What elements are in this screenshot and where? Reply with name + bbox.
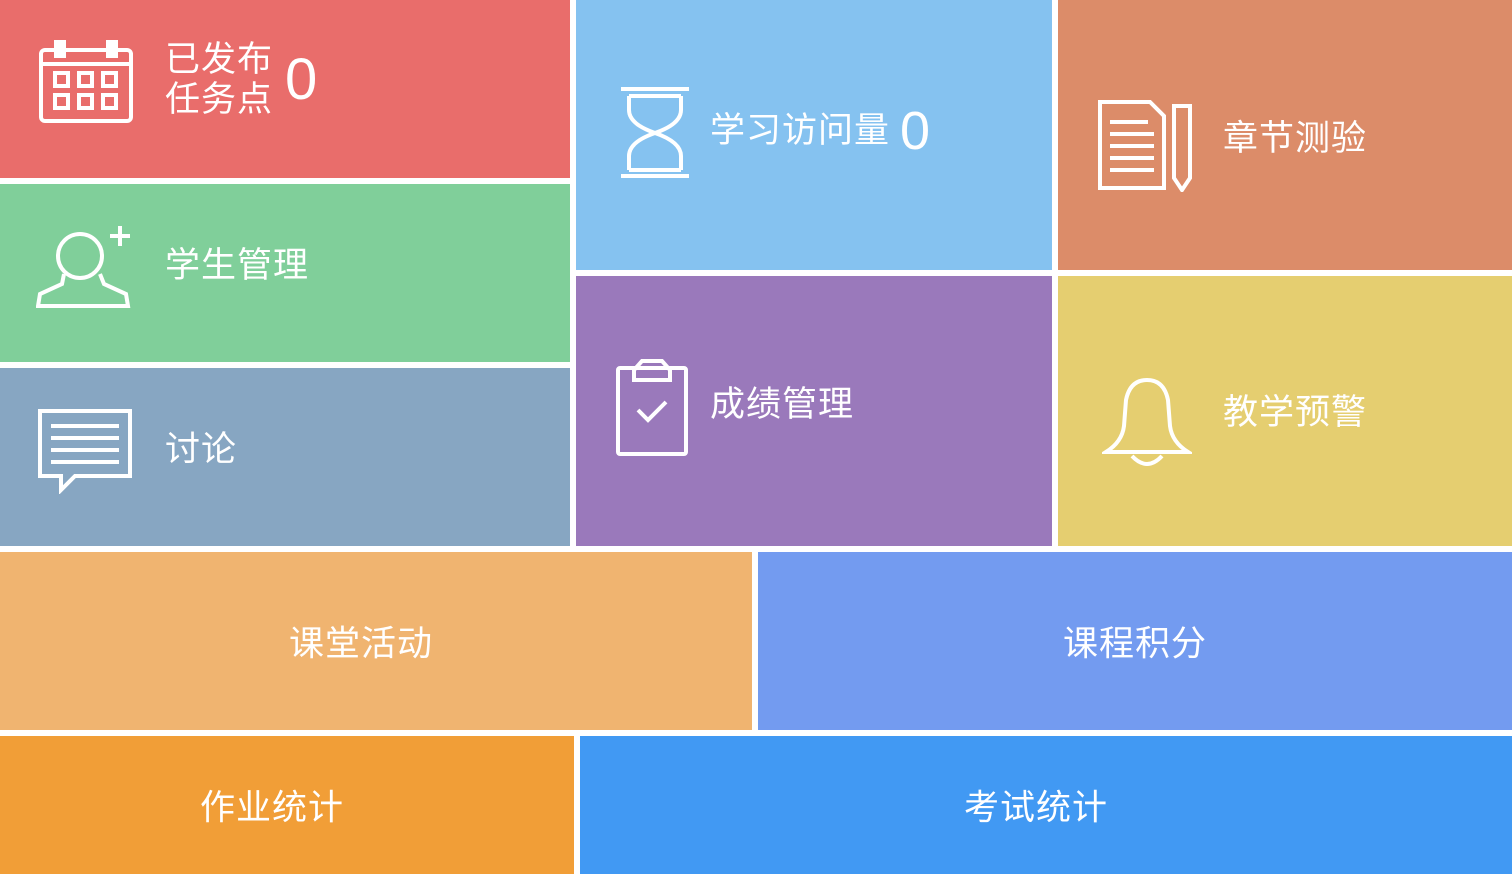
published-label-line2: 任务点 xyxy=(165,80,274,120)
discussion-tile[interactable]: 讨论 xyxy=(0,368,570,546)
class-activity-label: 课堂活动 xyxy=(288,624,433,665)
study-visits-count: 0 xyxy=(900,101,931,161)
homework-stats-tile[interactable]: 作业统计 xyxy=(0,736,574,874)
exam-stats-label: 考试统计 xyxy=(963,788,1108,829)
bell-icon xyxy=(1102,376,1192,472)
user-add-icon xyxy=(36,224,132,310)
teaching-alert-tile[interactable]: 教学预警 xyxy=(1058,276,1512,546)
study-visits-tile[interactable]: 学习访问量 0 xyxy=(576,0,1052,270)
student-management-tile[interactable]: 学生管理 xyxy=(0,184,570,362)
study-visits-label: 学习访问量 xyxy=(710,110,891,151)
published-tasks-tile[interactable]: 已发布 任务点 0 xyxy=(0,0,570,178)
grade-management-tile[interactable]: 成绩管理 xyxy=(576,276,1052,546)
calendar-icon xyxy=(38,40,134,124)
discussion-label: 讨论 xyxy=(165,430,238,470)
grade-management-label: 成绩管理 xyxy=(710,385,855,425)
course-points-tile[interactable]: 课程积分 xyxy=(758,552,1512,730)
chapter-quiz-label: 章节测验 xyxy=(1223,119,1368,159)
chapter-quiz-tile[interactable]: 章节测验 xyxy=(1058,0,1512,270)
published-count: 0 xyxy=(285,47,318,112)
teaching-alert-label: 教学预警 xyxy=(1223,393,1368,433)
exam-stats-tile[interactable]: 考试统计 xyxy=(580,736,1512,874)
published-label-line1: 已发布 xyxy=(165,40,274,80)
course-points-label: 课程积分 xyxy=(1062,624,1207,665)
homework-stats-label: 作业统计 xyxy=(199,788,344,829)
hourglass-icon xyxy=(619,86,691,180)
clipboard-check-icon xyxy=(616,358,688,456)
document-pen-icon xyxy=(1098,100,1194,192)
class-activity-tile[interactable]: 课堂活动 xyxy=(0,552,752,730)
chat-icon xyxy=(37,408,133,494)
student-management-label: 学生管理 xyxy=(165,246,310,286)
